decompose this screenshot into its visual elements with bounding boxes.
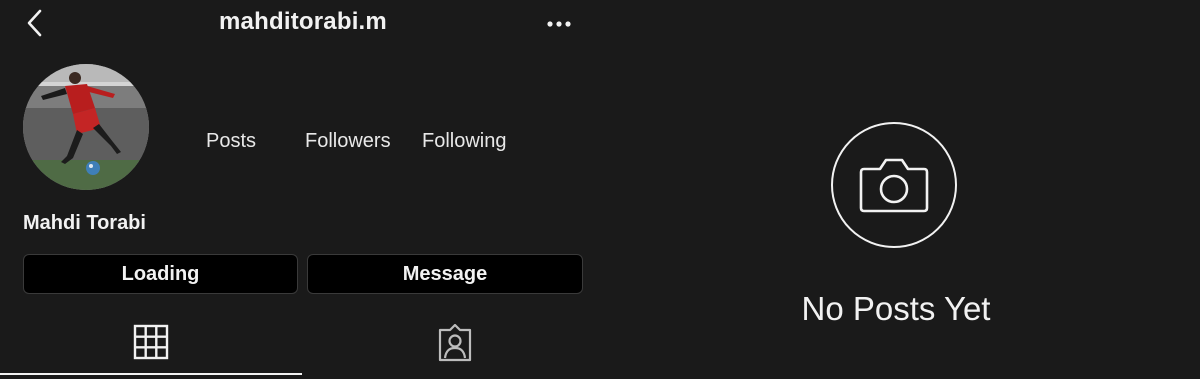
loading-button[interactable]: Loading [23, 254, 298, 294]
tagged-person-icon [438, 324, 472, 362]
profile-username: mahditorabi.m [219, 8, 387, 35]
camera-ring [831, 122, 957, 248]
tab-posts-grid[interactable] [0, 318, 302, 376]
avatar[interactable] [23, 64, 149, 190]
empty-posts-pane: No Posts Yet [610, 0, 1200, 379]
followers-stat[interactable]: Followers [305, 130, 391, 153]
no-posts-text: No Posts Yet [801, 290, 991, 327]
following-stat[interactable]: Following [422, 130, 506, 153]
profile-pane: mahditorabi.m Posts Followers Following … [0, 0, 610, 379]
tab-tagged[interactable] [305, 318, 605, 376]
ellipsis-icon [547, 21, 571, 27]
more-options-button[interactable] [543, 12, 575, 36]
display-name: Mahdi Torabi [23, 212, 146, 234]
grid-icon [133, 324, 169, 360]
active-tab-indicator [0, 373, 302, 375]
soccer-player-photo [23, 64, 149, 190]
posts-stat[interactable]: Posts [206, 130, 256, 153]
message-button[interactable]: Message [307, 254, 583, 294]
camera-icon [859, 158, 929, 213]
